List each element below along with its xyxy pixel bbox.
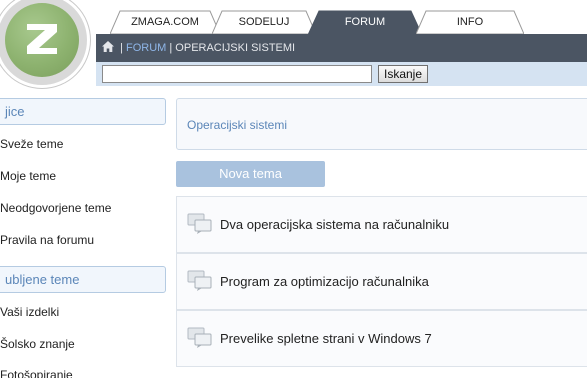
topic-row[interactable]: Program za optimizacijo računalnika — [176, 253, 587, 310]
breadcrumb-separator: | — [120, 42, 123, 54]
chat-bubbles-icon — [187, 327, 212, 348]
search-bar: Iskanje — [96, 62, 587, 86]
new-topic-button[interactable]: Nova tema — [176, 161, 325, 187]
search-button[interactable]: Iskanje — [378, 65, 429, 83]
tab-label: FORUM — [344, 16, 386, 28]
sidebar-item-neodgovorjene-teme[interactable]: Neodgovorjene teme — [0, 201, 111, 215]
topic-title[interactable]: Prevelike spletne strani v Windows 7 — [220, 311, 432, 366]
sidebar-item-sveze-teme[interactable]: Sveže teme — [0, 137, 63, 151]
sidebar-item-moje-teme[interactable]: Moje teme — [0, 169, 56, 183]
chat-bubbles-icon — [187, 213, 212, 234]
tab-forum[interactable]: FORUM — [308, 10, 422, 35]
sidebar-item-vasi-izdelki[interactable]: Vaši izdelki — [0, 305, 59, 319]
sidebar-section-header: ubljene teme — [0, 266, 166, 293]
tab-label: INFO — [456, 16, 484, 28]
sidebar-item-solsko-znanje[interactable]: Šolsko znanje — [0, 337, 75, 351]
breadcrumb-forum-link[interactable]: FORUM — [126, 42, 166, 54]
breadcrumb-current: OPERACIJSKI SISTEMI — [175, 42, 296, 54]
tab-label: SODELUJ — [238, 16, 290, 28]
home-icon[interactable] — [102, 41, 114, 52]
topic-title[interactable]: Program za optimizacijo računalnika — [220, 254, 429, 309]
site-logo[interactable] — [0, 0, 90, 88]
sidebar-item-pravila[interactable]: Pravila na forumu — [0, 233, 94, 247]
sidebar-section-header: jice — [0, 98, 166, 125]
search-input[interactable] — [102, 65, 372, 83]
chat-bubbles-icon — [187, 270, 212, 291]
main-tabs: ZMAGA.COM SODELUJ FORUM INFO — [100, 0, 587, 35]
topic-row[interactable]: Prevelike spletne strani v Windows 7 — [176, 310, 587, 367]
z-logo-icon — [5, 3, 79, 77]
tab-zmaga[interactable]: ZMAGA.COM — [110, 10, 220, 34]
tab-label: ZMAGA.COM — [131, 16, 199, 28]
topic-title[interactable]: Dva operacijska sistema na računalniku — [220, 197, 449, 252]
breadcrumb-bar: | FORUM | OPERACIJSKI SISTEMI — [96, 34, 587, 62]
tab-sodeluj[interactable]: SODELUJ — [212, 10, 316, 34]
topic-row[interactable]: Dva operacijska sistema na računalniku — [176, 196, 587, 253]
tab-info[interactable]: INFO — [416, 10, 524, 34]
breadcrumb: | FORUM | OPERACIJSKI SISTEMI — [102, 41, 295, 54]
sidebar-item-fotosopiranje[interactable]: Fotošopiranje — [0, 368, 73, 378]
breadcrumb-separator: | — [169, 42, 173, 54]
forum-title: Operacijski sistemi — [176, 98, 587, 150]
